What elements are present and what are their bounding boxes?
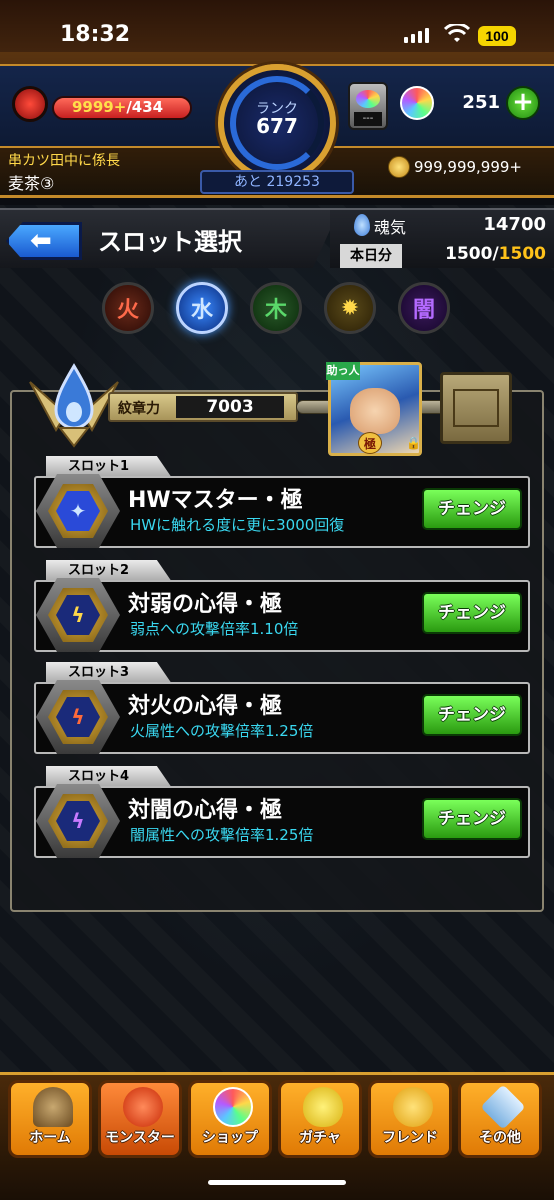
daily-used: 1500/ bbox=[445, 244, 499, 264]
nav-gacha[interactable]: ガチャ bbox=[278, 1080, 362, 1158]
nav-monster[interactable]: モンスター bbox=[98, 1080, 182, 1158]
daily-value: 1500/1500 bbox=[408, 244, 546, 264]
coin-icon bbox=[388, 156, 410, 178]
daily-label: 本日分 bbox=[340, 244, 402, 268]
soul-icon bbox=[354, 214, 370, 236]
coin-value: 999,999,999+ bbox=[414, 158, 522, 176]
clock: 18:32 bbox=[60, 22, 131, 47]
wifi-icon bbox=[444, 24, 470, 42]
change-button-1[interactable]: チェンジ bbox=[422, 488, 522, 530]
friend-icon bbox=[393, 1087, 433, 1127]
soul-label: 魂気 bbox=[374, 218, 407, 237]
nav-friend[interactable]: フレンド bbox=[368, 1080, 452, 1158]
gauge-slot-text: --- bbox=[354, 112, 382, 126]
dark-element-icon[interactable]: 闇 bbox=[398, 282, 450, 334]
slot-name-4: 対闇の心得・極 bbox=[128, 798, 283, 823]
home-icon bbox=[33, 1087, 73, 1127]
ext-badge: 極 bbox=[358, 432, 382, 454]
orb-icon bbox=[400, 86, 434, 120]
shop-orb-icon bbox=[213, 1087, 253, 1127]
home-indicator[interactable] bbox=[208, 1180, 346, 1185]
emblem-power-value: 7003 bbox=[176, 396, 284, 418]
nav-other[interactable]: その他 bbox=[458, 1080, 542, 1158]
player-name: 麦茶③ bbox=[8, 174, 55, 193]
nav-shop[interactable]: ショップ bbox=[188, 1080, 272, 1158]
stamina-max: /434 bbox=[126, 98, 164, 116]
empty-monster-slot[interactable] bbox=[440, 372, 512, 444]
monster-portrait bbox=[350, 388, 400, 434]
nav-friend-label: フレンド bbox=[382, 1130, 438, 1146]
emblem-power-label: 紋章力 bbox=[118, 401, 160, 417]
fire-element-icon[interactable]: 火 bbox=[102, 282, 154, 334]
other-icon bbox=[480, 1084, 526, 1130]
slot-name-1: HWマスター・極 bbox=[128, 488, 303, 513]
water-element-icon[interactable]: 水 bbox=[176, 282, 228, 334]
change-button-2[interactable]: チェンジ bbox=[422, 592, 522, 634]
daily-max: 1500 bbox=[498, 244, 546, 264]
lock-icon: 🔒 bbox=[406, 436, 421, 450]
soul-value: 14700 bbox=[483, 214, 546, 235]
nav-home-label: ホーム bbox=[29, 1130, 71, 1146]
wood-element-icon[interactable]: 木 bbox=[250, 282, 302, 334]
signal-icon bbox=[404, 28, 429, 43]
nav-shop-label: ショップ bbox=[202, 1130, 258, 1146]
orb-count: 251 bbox=[462, 92, 500, 113]
helper-tag: 助っ人 bbox=[326, 362, 360, 380]
nav-gacha-label: ガチャ bbox=[299, 1130, 341, 1146]
stamina-icon bbox=[12, 86, 48, 122]
slot-name-2: 対弱の心得・極 bbox=[128, 592, 283, 617]
slot-desc-2: 弱点への攻撃倍率1.10倍 bbox=[130, 620, 299, 638]
change-button-3[interactable]: チェンジ bbox=[422, 694, 522, 736]
nav-other-label: その他 bbox=[479, 1130, 521, 1146]
nav-home[interactable]: ホーム bbox=[8, 1080, 92, 1158]
exp-remaining: あと 219253 bbox=[200, 170, 354, 194]
buy-orbs-button[interactable]: + bbox=[506, 86, 540, 120]
slot-name-3: 対火の心得・極 bbox=[128, 694, 283, 719]
element-filters: 火 水 木 ✹ 闇 bbox=[102, 282, 450, 334]
page-title: スロット選択 bbox=[98, 228, 242, 256]
light-element-icon[interactable]: ✹ bbox=[324, 282, 376, 334]
player-title: 串カツ田中に係長 bbox=[8, 153, 120, 169]
nav-monster-label: モンスター bbox=[105, 1130, 175, 1146]
battery-icon: 100 bbox=[478, 26, 516, 46]
stamina-current: 9999+ bbox=[72, 98, 127, 116]
back-arrow-icon: ⬅ bbox=[30, 226, 52, 256]
rank-value: 677 bbox=[256, 114, 298, 138]
stamina-text: 9999+/434 bbox=[72, 98, 163, 116]
change-button-4[interactable]: チェンジ bbox=[422, 798, 522, 840]
gacha-egg-icon bbox=[303, 1087, 343, 1127]
gauge-icon[interactable]: --- bbox=[348, 82, 388, 130]
slot-desc-3: 火属性への攻撃倍率1.25倍 bbox=[130, 722, 314, 740]
monster-icon bbox=[123, 1087, 163, 1127]
slot-desc-1: HWに触れる度に更に3000回復 bbox=[130, 516, 345, 534]
slot-desc-4: 闇属性への攻撃倍率1.25倍 bbox=[130, 826, 314, 844]
